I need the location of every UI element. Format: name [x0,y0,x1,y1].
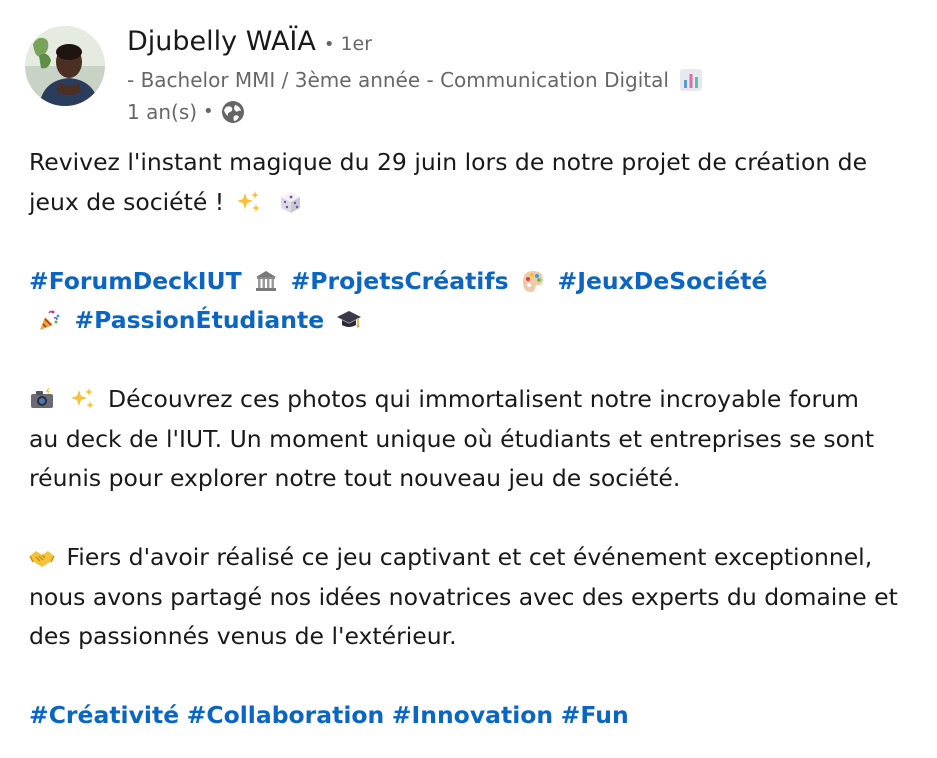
party-popper-icon [37,306,63,332]
paragraph-3-line-3: des passionnés venus de l'extérieur. [29,622,457,650]
paragraph-1-line-2: jeux de société ! [29,183,929,223]
paragraph-3-line-2: nous avons partagé nos idées novatrices … [29,582,898,611]
paragraph-1-text: jeux de société ! [29,187,225,216]
graduation-cap-icon [336,306,362,332]
hashtag-link[interactable]: #PassionÉtudiante [74,306,324,334]
paragraph-2-text: Découvrez ces photos qui immortalisent n… [107,385,859,413]
hashtag-link[interactable]: #Créativité [29,701,179,729]
dice-icon [277,188,303,214]
name-separator: • [323,34,335,55]
author-headline-row: - Bachelor MMI / 3ème année - Communicat… [127,64,703,96]
hashtag-link[interactable]: #JeuxDeSociété [558,267,768,295]
hashtag-link[interactable]: #Innovation [392,701,553,729]
bar-chart-icon [679,68,703,92]
paragraph-3-line-1: Fiers d'avoir réalisé ce jeu captivant e… [29,538,929,578]
linkedin-post: Djubelly WAÏA • 1er - Bachelor MMI / 3èm… [0,0,937,758]
author-avatar[interactable] [25,26,105,106]
paragraph-2-line-1: Découvrez ces photos qui immortalisent n… [29,380,929,420]
author-name[interactable]: Djubelly WAÏA [127,26,316,57]
hashtag-link[interactable]: #ForumDeckIUT [29,267,242,295]
post-body: Revivez l'instant magique du 29 juin lor… [29,143,929,736]
hashtag-line-2: #PassionÉtudiante [29,301,929,341]
handshake-icon [29,543,55,569]
hashtag-link[interactable]: #ProjetsCréatifs [291,267,509,295]
time-separator: • [203,101,214,122]
paragraph-3-text: Fiers d'avoir réalisé ce jeu captivant e… [66,543,873,571]
post-time: 1 an(s) [127,100,198,124]
paragraph-2-line-3: réunis pour explorer notre tout nouveau … [29,464,681,492]
globe-icon[interactable] [220,99,246,125]
hashtag-line-1: #ForumDeckIUT #ProjetsCréatifs #JeuxDeSo… [29,262,929,302]
sparkles-icon [236,188,262,214]
artist-palette-icon [520,267,546,293]
author-headline: - Bachelor MMI / 3ème année - Communicat… [127,68,669,92]
hashtag-link[interactable]: #Collaboration [187,701,385,729]
hashtag-link[interactable]: #Fun [561,701,629,729]
classical-building-icon [253,267,279,293]
post-time-row: 1 an(s) • [127,96,703,128]
connection-degree: 1er [340,33,373,55]
final-hashtags-line: #Créativité #Collaboration #Innovation #… [29,696,929,736]
post-header: Djubelly WAÏA • 1er - Bachelor MMI / 3èm… [25,26,905,126]
sparkles-icon [70,385,96,411]
paragraph-2-line-2: au deck de l'IUT. Un moment unique où ét… [29,424,875,453]
paragraph-1-line-1: Revivez l'instant magique du 29 juin lor… [29,148,868,176]
name-row: Djubelly WAÏA • 1er [127,26,703,64]
author-meta: Djubelly WAÏA • 1er - Bachelor MMI / 3èm… [127,26,703,128]
camera-with-flash-icon [29,385,55,411]
